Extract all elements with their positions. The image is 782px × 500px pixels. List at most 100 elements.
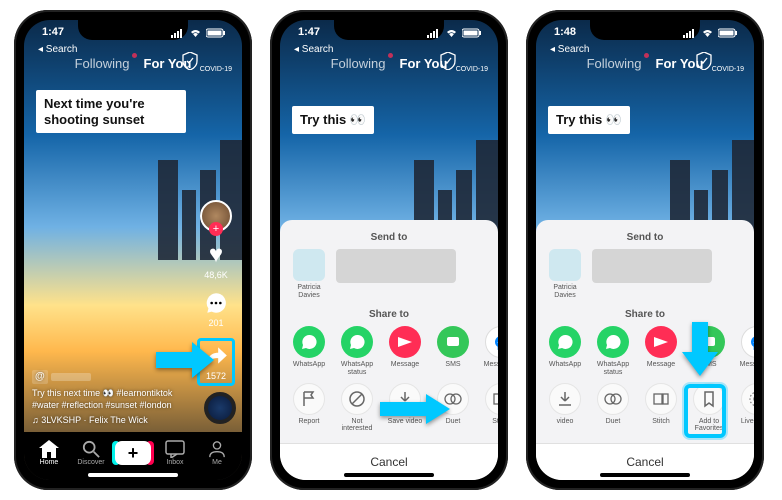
- phone-frame-3: 1:48 ◂ Search Following For You COVID-19…: [526, 10, 764, 490]
- contact-item[interactable]: Patricia Davies: [544, 249, 586, 299]
- send-to-header: Send to: [280, 232, 498, 243]
- covid-badge[interactable]: COVID-19: [440, 52, 488, 73]
- wa-icon: [597, 326, 629, 358]
- contact-item[interactable]: Patricia Davies: [288, 249, 330, 299]
- wifi-icon: [445, 28, 458, 38]
- nav-home[interactable]: Home: [30, 440, 68, 466]
- share-apps-row: WhatsAppWhatsApp statusMessageSMS Messeng…: [280, 326, 498, 382]
- shield-icon: [696, 52, 712, 70]
- stitch-icon: [485, 383, 498, 415]
- signal-icon: [683, 28, 697, 38]
- battery-icon: [206, 28, 226, 38]
- music-ticker[interactable]: ♫ 3LVKSHP · Felix The Wick: [32, 414, 182, 426]
- share-app-wa[interactable]: WhatsApp: [288, 326, 330, 376]
- nav-me[interactable]: Me: [198, 440, 236, 466]
- action-stitch[interactable]: Stitch: [640, 383, 682, 433]
- tab-following[interactable]: Following: [75, 56, 130, 71]
- shield-icon: [440, 52, 456, 70]
- status-bar: 1:47: [280, 24, 498, 44]
- nav-inbox[interactable]: Inbox: [156, 440, 194, 466]
- screen: 1:48 ◂ Search Following For You COVID-19…: [536, 20, 754, 480]
- creator-avatar[interactable]: +: [200, 200, 232, 232]
- msg-icon: [645, 326, 677, 358]
- contact-avatar: [549, 249, 581, 281]
- share-app-fbm[interactable]: Messenger: [480, 326, 498, 376]
- nav-discover[interactable]: Discover: [72, 440, 110, 466]
- action-bookmark[interactable]: Add to Favorites: [688, 383, 730, 433]
- inbox-icon: [165, 440, 185, 458]
- screen: 1:47 ◂ Search Following For You COVID-19…: [280, 20, 498, 480]
- contact-avatar: [293, 249, 325, 281]
- battery-icon: [718, 28, 738, 38]
- phone-frame-1: 1:47 ◂ Search Following For You COVID-19…: [14, 10, 252, 490]
- contacts-redacted: [336, 249, 456, 283]
- contacts-row: Patricia Davies: [536, 249, 754, 305]
- flag-icon: [293, 383, 325, 415]
- share-app-msg[interactable]: Message: [640, 326, 682, 376]
- share-sheet: Send to Patricia Davies Share to WhatsAp…: [280, 220, 498, 480]
- share-app-wa[interactable]: WhatsApp status: [336, 326, 378, 376]
- sms-icon: [437, 326, 469, 358]
- tab-following[interactable]: Following: [331, 56, 386, 71]
- covid-badge[interactable]: COVID-19: [696, 52, 744, 73]
- covid-badge[interactable]: COVID-19: [182, 52, 232, 73]
- action-download[interactable]: video: [544, 383, 586, 433]
- download-icon: [549, 383, 581, 415]
- shield-icon: [182, 52, 198, 70]
- share-to-header: Share to: [536, 309, 754, 320]
- status-bar: 1:47: [24, 24, 242, 44]
- wifi-icon: [189, 28, 202, 38]
- clock: 1:47: [42, 26, 64, 38]
- tutorial-arrow-3: [682, 322, 718, 376]
- stitch-icon: [645, 383, 677, 415]
- slash-icon: [341, 383, 373, 415]
- comment-icon: [203, 290, 229, 316]
- share-app-fbm[interactable]: Messenger: [736, 326, 754, 376]
- bookmark-icon: [693, 383, 725, 415]
- back-to-search[interactable]: ◂ Search: [550, 44, 589, 55]
- home-icon: [39, 440, 59, 458]
- caption-overlay: Try this 👀: [292, 106, 374, 134]
- action-stitch[interactable]: Stitch: [480, 383, 498, 433]
- tutorial-arrow-2: [380, 394, 450, 424]
- tab-following[interactable]: Following: [587, 56, 642, 71]
- clock: 1:48: [554, 26, 576, 38]
- comment-button[interactable]: 201: [203, 290, 229, 328]
- msg-icon: [389, 326, 421, 358]
- search-icon: [81, 440, 101, 458]
- spinning-disc[interactable]: [204, 392, 236, 424]
- action-livephoto[interactable]: Live photo: [736, 383, 754, 433]
- battery-icon: [462, 28, 482, 38]
- home-indicator[interactable]: [88, 473, 178, 477]
- back-to-search[interactable]: ◂ Search: [294, 44, 333, 55]
- contacts-redacted: [592, 249, 712, 283]
- contacts-row: Patricia Davies: [280, 249, 498, 305]
- actions-row: videoDuetStitchAdd to Favorites Live phot…: [536, 383, 754, 439]
- caption-overlay: Next time you're shooting sunset: [36, 90, 186, 133]
- livephoto-icon: [741, 383, 754, 415]
- follow-plus-icon[interactable]: +: [209, 222, 223, 236]
- wa-icon: [341, 326, 373, 358]
- wa-icon: [549, 326, 581, 358]
- action-slash[interactable]: Not interested: [336, 383, 378, 433]
- back-to-search[interactable]: ◂ Search: [38, 44, 77, 55]
- share-app-sms[interactable]: SMS: [432, 326, 474, 376]
- tutorial-arrow-1: [156, 342, 214, 378]
- like-button[interactable]: ♥ 48,6K: [203, 242, 229, 280]
- home-indicator[interactable]: [600, 473, 690, 477]
- share-app-msg[interactable]: Message: [384, 326, 426, 376]
- share-app-wa[interactable]: WhatsApp: [544, 326, 586, 376]
- share-to-header: Share to: [280, 309, 498, 320]
- video-meta: @ Try this next time 👀 #learnontiktok #w…: [32, 370, 182, 426]
- share-app-wa[interactable]: WhatsApp status: [592, 326, 634, 376]
- screen: 1:47 ◂ Search Following For You COVID-19…: [24, 20, 242, 480]
- send-to-header: Send to: [536, 232, 754, 243]
- home-indicator[interactable]: [344, 473, 434, 477]
- nav-create[interactable]: +: [114, 441, 152, 465]
- action-flag[interactable]: Report: [288, 383, 330, 433]
- action-duet[interactable]: Duet: [592, 383, 634, 433]
- wifi-icon: [701, 28, 714, 38]
- clock: 1:47: [298, 26, 320, 38]
- caption-overlay: Try this 👀: [548, 106, 630, 134]
- signal-icon: [427, 28, 441, 38]
